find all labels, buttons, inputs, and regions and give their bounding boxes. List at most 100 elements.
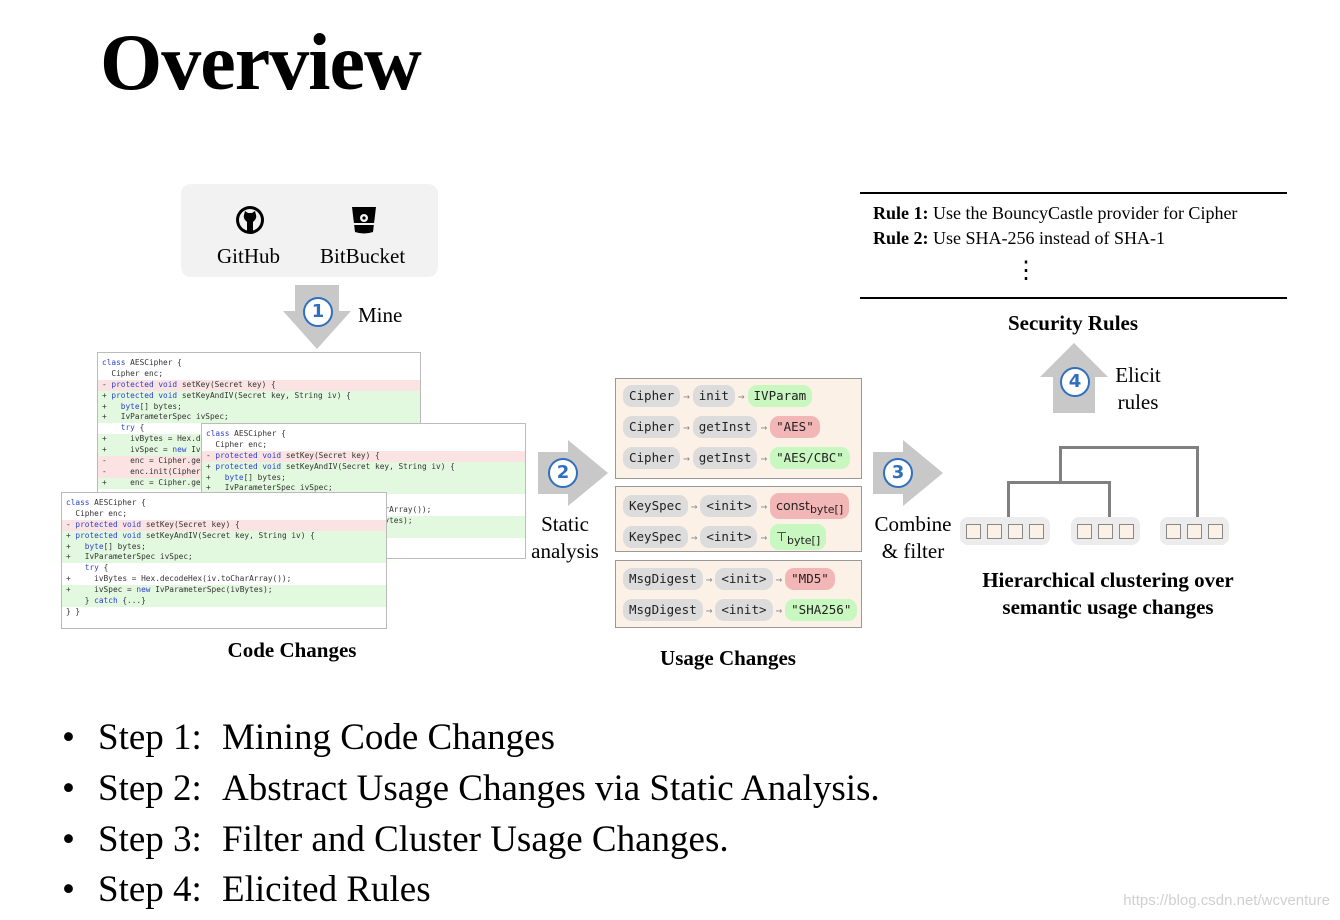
- arrow-icon: →: [683, 451, 690, 465]
- cluster-leaf: [1119, 523, 1134, 539]
- bullet-text: Filter and Cluster Usage Changes.: [222, 819, 729, 860]
- arrow-icon: →: [705, 572, 713, 586]
- cluster-leaf: [1008, 523, 1023, 539]
- code-line: + protected void setKeyAndIV(Secret key,…: [62, 530, 386, 542]
- elicit-rules-label: Elicit rules: [1098, 362, 1178, 416]
- cluster-leaf: [966, 523, 981, 539]
- usage-row: MsgDigest → <init> → "SHA256": [623, 599, 858, 621]
- code-line: + IvParameterSpec ivSpec;: [62, 552, 386, 564]
- repository-sources: GitHub BitBucket: [181, 184, 438, 277]
- bullet-step: Step 3:: [98, 819, 202, 860]
- api-method-pill: init: [692, 385, 735, 407]
- argument-type: byte[]: [809, 503, 844, 516]
- bitbucket-label: BitBucket: [320, 244, 406, 268]
- code-changes-caption: Code Changes: [227, 638, 357, 662]
- api-class-pill: KeySpec: [623, 526, 688, 548]
- api-method-pill: getInst: [692, 447, 758, 469]
- bullet-text: Elicited Rules: [222, 869, 431, 910]
- dendrogram-branch: [1059, 446, 1199, 449]
- cluster-group: [1160, 517, 1229, 545]
- label-line: Combine: [874, 512, 952, 536]
- usage-row: KeySpec → <init> → ⊤byte[]: [623, 524, 827, 550]
- step-2-badge: 2: [548, 458, 578, 488]
- cluster-group: [960, 517, 1050, 545]
- step-1-badge: 1: [303, 297, 333, 327]
- arrow-icon: →: [760, 499, 768, 513]
- code-line: - protected void setKey(Secret key) {: [62, 519, 386, 531]
- label-line: Elicit: [1115, 363, 1161, 387]
- label-line: & filter: [881, 539, 945, 563]
- rules-ellipsis: ⋮: [1014, 258, 1038, 284]
- usage-row: KeySpec → <init> → constbyte[]: [623, 493, 850, 519]
- code-line: class AESCipher {: [66, 498, 146, 507]
- label-line: semantic usage changes: [1002, 595, 1214, 619]
- clustering-caption: Hierarchical clustering over semantic usa…: [938, 567, 1278, 621]
- bullet-step: Step 2:: [98, 768, 202, 809]
- api-class-pill: Cipher: [623, 416, 681, 438]
- label-line: analysis: [531, 539, 599, 563]
- page-title: Overview: [100, 19, 422, 107]
- combine-filter-label: Combine & filter: [858, 511, 968, 565]
- cluster-leaf: [1187, 523, 1202, 539]
- arrow-icon: →: [760, 451, 768, 465]
- dendrogram-branch: [1007, 481, 1111, 484]
- step-3-badge: 3: [883, 458, 913, 488]
- api-class-pill: MsgDigest: [623, 568, 703, 590]
- code-line: } catch {...}: [62, 596, 386, 607]
- cluster-leaf: [1029, 523, 1044, 539]
- code-line: + byte[] bytes;: [62, 541, 386, 553]
- dendrogram-branch: [1108, 481, 1111, 518]
- dendrogram-branch: [1196, 446, 1199, 518]
- argument-pill: ⊤byte[]: [770, 524, 827, 550]
- api-method-pill: <init>: [700, 495, 758, 517]
- code-line: + ivSpec = new IvParameterSpec(ivBytes);: [62, 585, 386, 597]
- arrow-icon: →: [775, 572, 783, 586]
- rule-text: Use the BouncyCastle provider for Cipher: [928, 203, 1238, 223]
- arrow-icon: →: [690, 530, 698, 544]
- code-line: - protected void setKey(Secret key) {: [202, 450, 525, 462]
- arrow-icon: →: [683, 420, 690, 434]
- label-line: Static: [541, 512, 589, 536]
- code-line: try {: [84, 563, 109, 573]
- code-line: + protected void setKeyAndIV(Secret key,…: [202, 461, 525, 473]
- argument-value: const: [776, 498, 810, 513]
- watermark: https://blog.csdn.net/wcventure: [1123, 892, 1330, 909]
- arrow-icon: →: [760, 530, 768, 544]
- argument-pill: constbyte[]: [770, 493, 850, 519]
- api-method-pill: getInst: [692, 416, 758, 438]
- code-line: + byte[] bytes;: [202, 472, 525, 484]
- mine-label: Mine: [358, 303, 403, 327]
- github-icon: [236, 206, 264, 234]
- usage-group-keyspec: KeySpec → <init> → constbyte[] KeySpec → <init>…: [615, 486, 862, 552]
- rule-2: Rule 2: Use SHA-256 instead of SHA-1: [873, 226, 1237, 251]
- arrow-icon: →: [690, 499, 698, 513]
- usage-changes-caption: Usage Changes: [660, 646, 796, 670]
- usage-group-cipher: Cipher → init → IVParam Cipher → getInst → "AES" C…: [615, 378, 862, 479]
- code-line: + ivBytes = Hex.decodeHex(iv.toCharArray…: [66, 574, 292, 584]
- label-line: Hierarchical clustering over: [982, 568, 1234, 592]
- cluster-group: [1071, 517, 1140, 545]
- api-method-pill: <init>: [700, 526, 758, 548]
- argument-pill: IVParam: [747, 385, 813, 407]
- code-line: Cipher enc;: [66, 508, 128, 518]
- cluster-leaf: [1166, 523, 1181, 539]
- bullet-icon: •: [62, 768, 75, 809]
- rules-list: Rule 1: Use the BouncyCastle provider fo…: [873, 201, 1237, 251]
- code-line: } }: [66, 606, 81, 616]
- cluster-leaf: [1077, 523, 1092, 539]
- cluster-leaf: [987, 523, 1002, 539]
- arrow-icon: →: [683, 389, 690, 403]
- api-class-pill: MsgDigest: [623, 599, 703, 621]
- usage-group-msgdigest: MsgDigest → <init> → "MD5" MsgDigest → <init> → "…: [615, 560, 862, 628]
- code-line: + IvParameterSpec ivSpec;: [98, 412, 420, 424]
- dendrogram-branch: [1007, 481, 1010, 518]
- code-line: + protected void setKeyAndIV(Secret key,…: [98, 390, 420, 402]
- api-class-pill: Cipher: [623, 447, 681, 469]
- bullet-step: Step 4:: [98, 869, 202, 910]
- static-analysis-label: Static analysis: [515, 511, 615, 565]
- rules-bottom-rule: [860, 297, 1287, 299]
- bullet-text: Abstract Usage Changes via Static Analys…: [222, 768, 880, 809]
- api-method-pill: <init>: [715, 568, 773, 590]
- api-class-pill: KeySpec: [623, 495, 688, 517]
- bullet-step-4: • Step 4: Elicited Rules: [62, 868, 431, 911]
